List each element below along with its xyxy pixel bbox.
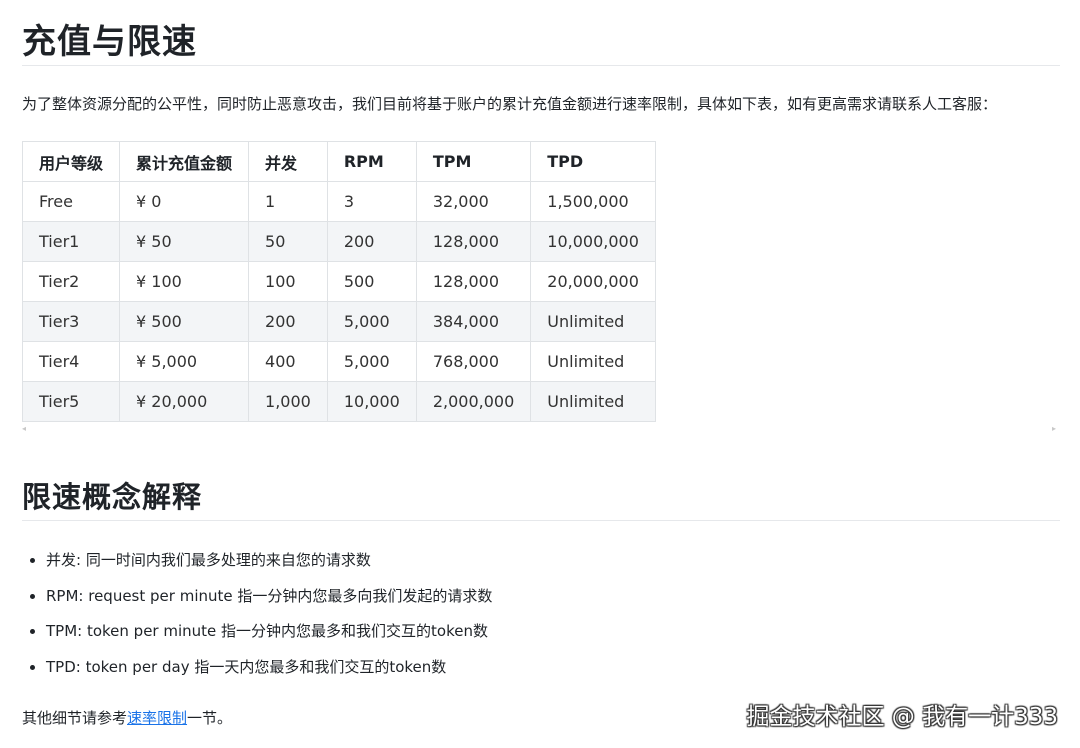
table-cell: 500 [326,261,417,302]
table-cell: 200 [248,301,328,342]
table-cell: 1,000 [248,381,328,422]
intro-paragraph: 为了整体资源分配的公平性，同时防止恶意攻击，我们目前将基于账户的累计充值金额进行… [22,95,998,113]
table-cell: Tier2 [21,261,121,302]
table-cell: 768,000 [415,341,532,382]
table-cell: Unlimited [530,381,656,422]
table-cell: 10,000 [326,381,417,422]
table-cell: Tier1 [21,221,121,262]
column-header-concurrency: 并发 [248,141,328,182]
table-cell: Free [21,181,121,222]
table-cell: 128,000 [415,221,532,262]
scroll-right-arrow-icon[interactable]: ▸ [1052,424,1056,433]
scroll-left-arrow-icon[interactable]: ◂ [22,424,26,433]
page-title: 充值与限速 [22,22,197,62]
table-cell: 2,000,000 [415,381,532,422]
table-cell: 20,000,000 [530,261,656,302]
footer-prefix: 其他细节请参考 [22,709,128,727]
list-item: TPD: token per day 指一天内您最多和我们交互的token数 [46,655,492,691]
title-divider [22,65,1060,66]
column-header-total-recharge: 累计充值金额 [119,141,250,182]
table-cell: Unlimited [530,341,656,382]
table-cell: 1,500,000 [530,181,656,222]
footer-note: 其他细节请参考速率限制一节。 [22,707,232,728]
footer-suffix: 一节。 [187,709,233,727]
column-header-tpm: TPM [415,141,532,182]
table-cell: 1 [248,181,328,222]
table-row: Tier3 ¥ 500 200 5,000 384,000 Unlimited [21,301,656,342]
table-cell: 400 [248,341,328,382]
table-cell: 100 [248,261,328,302]
table-row: Tier5 ¥ 20,000 1,000 10,000 2,000,000 Unlimit… [21,381,656,422]
table-row: Tier2 ¥ 100 100 500 128,000 20,000,000 [21,261,656,302]
column-header-rpm: RPM [326,141,417,182]
table-cell: 200 [326,221,417,262]
table-cell: ¥ 50 [119,221,250,262]
rate-limit-link[interactable]: 速率限制 [127,709,187,727]
table-cell: 32,000 [415,181,532,222]
table-cell: ¥ 0 [119,181,250,222]
rate-limit-table: 用户等级 累计充值金额 并发 RPM TPM TPD Free ¥ 0 1 3 32,0… [21,141,656,422]
table-cell: 50 [248,221,328,262]
table-cell: ¥ 100 [119,261,250,302]
list-item: TPM: token per minute 指一分钟内您最多和我们交互的toke… [46,619,492,655]
column-header-tpd: TPD [530,141,656,182]
list-item: RPM: request per minute 指一分钟内您最多向我们发起的请求… [46,584,492,620]
table-cell: 128,000 [415,261,532,302]
table-cell: Tier3 [21,301,121,342]
table-cell: 384,000 [415,301,532,342]
table-cell: 5,000 [326,301,417,342]
section-title: 限速概念解释 [22,480,203,514]
list-item: 并发: 同一时间内我们最多处理的来自您的请求数 [46,548,492,584]
table-cell: 5,000 [326,341,417,382]
section-divider [22,520,1060,521]
table-row: Free ¥ 0 1 3 32,000 1,500,000 [21,181,656,222]
table-cell: 3 [326,181,417,222]
table-cell: 10,000,000 [530,221,656,262]
watermark: 掘金技术社区 @ 我有一计333 [746,704,1058,730]
table-cell: Unlimited [530,301,656,342]
table-cell: ¥ 20,000 [119,381,250,422]
concept-list: 并发: 同一时间内我们最多处理的来自您的请求数 RPM: request per… [22,548,492,690]
table-cell: ¥ 500 [119,301,250,342]
table-row: Tier1 ¥ 50 50 200 128,000 10,000,000 [21,221,656,262]
table-cell: ¥ 5,000 [119,341,250,382]
table-header-row: 用户等级 累计充值金额 并发 RPM TPM TPD [21,141,656,182]
table-cell: Tier5 [21,381,121,422]
table-cell: Tier4 [21,341,121,382]
column-header-user-level: 用户等级 [21,141,121,182]
table-row: Tier4 ¥ 5,000 400 5,000 768,000 Unlimited [21,341,656,382]
